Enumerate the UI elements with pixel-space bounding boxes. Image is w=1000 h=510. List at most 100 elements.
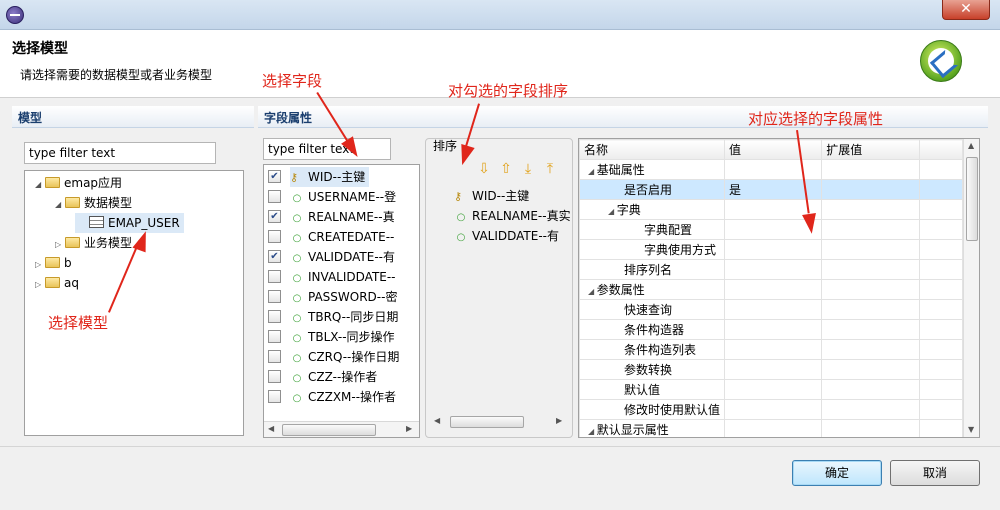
property-row[interactable]: 修改时使用默认值 xyxy=(579,399,963,420)
collapse-icon[interactable]: ◢ xyxy=(608,207,617,216)
property-col-value[interactable]: 值 xyxy=(724,139,823,160)
property-value[interactable] xyxy=(724,419,823,437)
scroll-up-icon[interactable]: ▲ xyxy=(968,141,974,150)
property-ext-value[interactable] xyxy=(821,239,921,260)
tree-node[interactable]: ◢ 数据模型 xyxy=(55,193,132,213)
sort-item[interactable]: ○ REALNAME--真实 xyxy=(454,206,571,226)
property-value[interactable] xyxy=(724,379,823,400)
expand-open-icon[interactable]: ◢ xyxy=(55,195,65,215)
field-item[interactable]: ✔ ⚷ WID--主键 xyxy=(268,167,370,187)
sort-item[interactable]: ○ VALIDDATE--有 xyxy=(454,226,559,246)
property-row[interactable]: ◢ 基础属性 xyxy=(579,159,963,180)
property-row[interactable]: 条件构造列表 xyxy=(579,339,963,360)
scroll-right-icon[interactable]: ▶ xyxy=(406,424,412,433)
tree-node[interactable]: ▷ b xyxy=(35,253,72,273)
field-checkbox[interactable]: ✔ xyxy=(268,250,281,263)
property-row[interactable]: ◢ 默认显示属性 xyxy=(579,419,963,437)
field-item[interactable]: ○ PASSWORD--密 xyxy=(268,287,397,307)
property-value[interactable] xyxy=(724,159,823,180)
field-checkbox[interactable] xyxy=(268,310,281,323)
collapse-icon[interactable]: ◢ xyxy=(588,167,597,176)
collapse-icon[interactable]: ◢ xyxy=(588,287,597,296)
field-checkbox[interactable]: ✔ xyxy=(268,170,281,183)
property-ext-value[interactable] xyxy=(821,379,921,400)
scroll-down-icon[interactable]: ▼ xyxy=(968,425,974,434)
field-item[interactable]: ○ CZRQ--操作日期 xyxy=(268,347,399,367)
property-row[interactable]: 字典使用方式 xyxy=(579,239,963,260)
field-checkbox[interactable] xyxy=(268,390,281,403)
scroll-right-icon[interactable]: ▶ xyxy=(556,416,562,425)
field-item[interactable]: ○ CZZXM--操作者 xyxy=(268,387,396,407)
model-filter-input[interactable]: type filter text xyxy=(24,142,216,164)
property-row[interactable]: ◢ 字典 xyxy=(579,199,963,220)
field-list-hscrollbar[interactable]: ◀ ▶ xyxy=(264,421,419,437)
scroll-left-icon[interactable]: ◀ xyxy=(268,424,274,433)
ok-button[interactable]: 确定 xyxy=(792,460,882,486)
field-checkbox[interactable] xyxy=(268,270,281,283)
field-item[interactable]: ✔ ○ REALNAME--真 xyxy=(268,207,395,227)
sort-item[interactable]: ⚷ WID--主键 xyxy=(454,186,529,206)
move-down-icon[interactable]: ⇩ xyxy=(475,160,493,178)
field-list[interactable]: ◀ ▶ ✔ ⚷ WID--主键 ○ USERNAME--登 ✔ ○ REALNAME--真 ○ C… xyxy=(263,164,420,438)
property-ext-value[interactable] xyxy=(821,399,921,420)
property-ext-value[interactable] xyxy=(821,279,921,300)
field-item[interactable]: ○ CZZ--操作者 xyxy=(268,367,377,387)
property-row[interactable]: 排序列名 xyxy=(579,259,963,280)
tree-node[interactable]: ▷ aq xyxy=(35,273,79,293)
property-col-name[interactable]: 名称 xyxy=(579,139,726,160)
property-ext-value[interactable] xyxy=(821,359,921,380)
field-checkbox[interactable] xyxy=(268,290,281,303)
property-vscrollbar[interactable]: ▲ ▼ xyxy=(963,139,979,437)
tree-node[interactable]: EMAP_USER xyxy=(75,213,184,233)
field-item[interactable]: ○ TBLX--同步操作 xyxy=(268,327,395,347)
property-row[interactable]: 是否启用是 xyxy=(579,179,963,200)
expand-closed-icon[interactable]: ▷ xyxy=(35,255,45,275)
field-item[interactable]: ○ CREATEDATE-- xyxy=(268,227,394,247)
property-col-ext[interactable]: 扩展值 xyxy=(821,139,921,160)
field-checkbox[interactable] xyxy=(268,190,281,203)
move-up-icon[interactable]: ⇧ xyxy=(497,160,515,178)
property-value[interactable] xyxy=(724,359,823,380)
property-value[interactable] xyxy=(724,259,823,280)
property-ext-value[interactable] xyxy=(821,219,921,240)
tree-node[interactable]: ◢ emap应用 xyxy=(35,173,122,193)
property-value[interactable] xyxy=(724,399,823,420)
expand-closed-icon[interactable]: ▷ xyxy=(35,275,45,295)
sort-list[interactable]: ◀ ▶ ⚷ WID--主键 ○ REALNAME--真实 ○ VALIDDATE--有 xyxy=(428,182,571,432)
property-value[interactable] xyxy=(724,299,823,320)
field-checkbox[interactable] xyxy=(268,370,281,383)
property-ext-value[interactable] xyxy=(821,199,921,220)
scroll-left-icon[interactable]: ◀ xyxy=(434,416,440,425)
move-bottom-icon[interactable]: ⤓ xyxy=(519,160,537,178)
field-checkbox[interactable] xyxy=(268,330,281,343)
close-button[interactable]: ✕ xyxy=(942,0,990,20)
cancel-button[interactable]: 取消 xyxy=(890,460,980,486)
field-checkbox[interactable]: ✔ xyxy=(268,210,281,223)
scrollbar-thumb[interactable] xyxy=(450,416,524,428)
property-grid[interactable]: 名称 值 扩展值 ◢ 基础属性 是否启用是 ◢ 字典 字典配置 字典使用方式 排序列名 ◢ … xyxy=(578,138,980,438)
property-value[interactable] xyxy=(724,319,823,340)
property-row[interactable]: 默认值 xyxy=(579,379,963,400)
property-row[interactable]: ◢ 参数属性 xyxy=(579,279,963,300)
scrollbar-thumb[interactable] xyxy=(966,157,978,241)
property-ext-value[interactable] xyxy=(821,319,921,340)
field-filter-input[interactable]: type filter text xyxy=(263,138,391,160)
model-tree[interactable]: ◢ emap应用 ◢ 数据模型 EMAP_USER ▷ 业务模型 ▷ b ▷ aq xyxy=(24,170,244,436)
move-top-icon[interactable]: ⤒ xyxy=(541,160,559,178)
field-checkbox[interactable] xyxy=(268,230,281,243)
property-row[interactable]: 快速查询 xyxy=(579,299,963,320)
property-ext-value[interactable] xyxy=(821,159,921,180)
property-value[interactable] xyxy=(724,279,823,300)
expand-open-icon[interactable]: ◢ xyxy=(35,175,45,195)
sort-list-hscrollbar[interactable]: ◀ ▶ xyxy=(432,414,568,430)
scrollbar-thumb[interactable] xyxy=(282,424,376,436)
property-value[interactable] xyxy=(724,239,823,260)
property-row[interactable]: 条件构造器 xyxy=(579,319,963,340)
expand-closed-icon[interactable]: ▷ xyxy=(55,235,65,255)
collapse-icon[interactable]: ◢ xyxy=(588,427,597,436)
field-item[interactable]: ○ INVALIDDATE-- xyxy=(268,267,396,287)
property-value[interactable] xyxy=(724,339,823,360)
property-row[interactable]: 参数转换 xyxy=(579,359,963,380)
tree-node[interactable]: ▷ 业务模型 xyxy=(55,233,132,253)
property-ext-value[interactable] xyxy=(821,299,921,320)
